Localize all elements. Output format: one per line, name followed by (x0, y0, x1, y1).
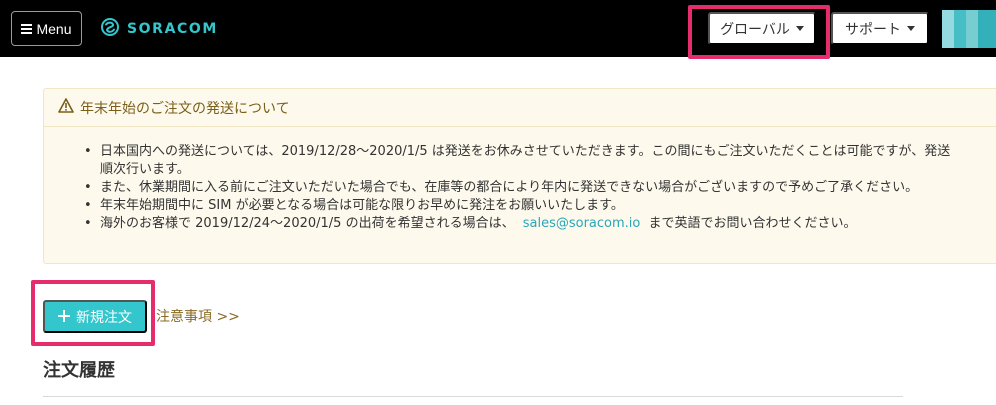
notice-item-text: また、休業期間に入る前にご注文いただいた場合でも、在庫等の都合により年内に発送で… (100, 180, 919, 195)
notice-item: 日本国内への発送については、2019/12/28〜2020/1/5 は発送をお休… (84, 143, 996, 179)
history-table-preview (43, 396, 903, 405)
plus-icon (58, 309, 70, 325)
caret-down-icon (795, 26, 804, 31)
logo-text: SORACOM (127, 21, 218, 37)
order-history-heading: 注文履歴 (43, 360, 115, 381)
soracom-logo-icon (100, 17, 120, 41)
notice-item: 年末年始期間中に SIM が必要となる場合は可能な限りお早めに発注をお願いいたし… (84, 197, 996, 215)
menu-icon (21, 24, 33, 34)
global-dropdown-label: グローバル (720, 20, 790, 37)
support-dropdown-label: サポート (845, 20, 901, 37)
menu-label: Menu (36, 20, 72, 37)
new-order-button[interactable]: 新規注文 (43, 300, 147, 333)
notice-item-suffix: まで英語でお問い合わせください。 (648, 216, 857, 231)
top-navigation-bar: Menu SORACOM グローバル サポート (0, 0, 996, 59)
notice-item: 海外のお客様で 2019/12/24〜2020/1/5 の出荷を希望される場合は… (84, 215, 996, 233)
account-avatar[interactable] (942, 10, 996, 48)
notes-link[interactable]: 注意事項 >> (156, 306, 240, 326)
sales-email-link[interactable]: sales@soracom.io (523, 216, 641, 231)
global-dropdown-button[interactable]: グローバル (708, 12, 816, 45)
notice-item-prefix: 海外のお客様で 2019/12/24〜2020/1/5 の出荷を希望される場合は… (100, 216, 515, 231)
menu-button[interactable]: Menu (11, 11, 82, 46)
caret-down-icon (907, 26, 915, 31)
notice-item-text: 日本国内への発送については、2019/12/28〜2020/1/5 は発送をお休… (100, 144, 951, 159)
notice-item: また、休業期間に入る前にご注文いただいた場合でも、在庫等の都合により年内に発送で… (84, 179, 996, 197)
new-order-label: 新規注文 (76, 308, 132, 325)
notice-title: 年末年始のご注文の発送について (80, 100, 290, 117)
notice-header: 年末年始のご注文の発送について (44, 89, 996, 127)
notice-item-text-continued: 順次行います。 (100, 162, 190, 177)
notice-item-text: 年末年始期間中に SIM が必要となる場合は可能な限りお早めに発注をお願いいたし… (100, 198, 624, 213)
notice-list: 日本国内への発送については、2019/12/28〜2020/1/5 は発送をお休… (44, 127, 996, 233)
support-dropdown-button[interactable]: サポート (831, 12, 929, 45)
soracom-logo[interactable]: SORACOM (100, 17, 218, 41)
warning-icon (58, 98, 74, 117)
shipping-notice-alert: 年末年始のご注文の発送について 日本国内への発送については、2019/12/28… (43, 88, 996, 264)
